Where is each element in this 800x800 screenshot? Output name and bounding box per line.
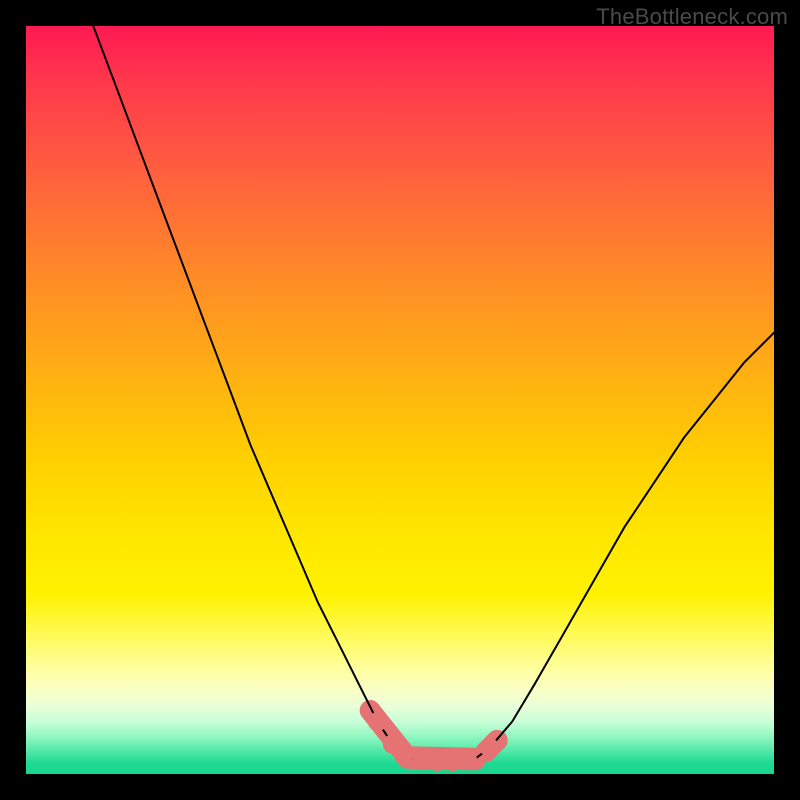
marker-left-3 [394,746,413,765]
marker-right-1 [480,738,499,757]
bottleneck-curve [93,26,774,761]
chart-svg [26,26,774,774]
marker-mid-4 [458,750,477,769]
plot-area [26,26,774,774]
watermark-text: TheBottleneck.com [596,4,788,30]
marker-left-1 [368,712,387,731]
outer-frame: TheBottleneck.com [0,0,800,800]
